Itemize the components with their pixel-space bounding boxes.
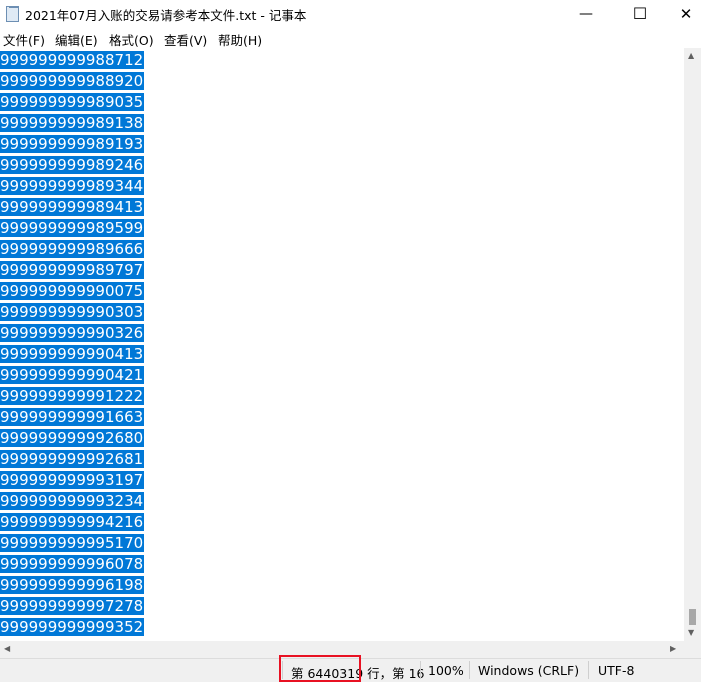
text-line: 999999999989413 (0, 197, 145, 218)
text-line-content: 999999999989413 (0, 198, 145, 216)
status-divider (469, 661, 470, 679)
text-line: 999999999988712 (0, 50, 145, 71)
text-line: 999999999989599 (0, 218, 145, 239)
scroll-up-arrow-icon[interactable]: ▲ (688, 52, 694, 60)
status-encoding: UTF-8 (598, 663, 635, 678)
text-line: 999999999992681 (0, 449, 145, 470)
text-line-content: 999999999989193 (0, 135, 145, 153)
text-line: 999999999994216 (0, 512, 145, 533)
status-divider (588, 661, 589, 679)
text-line-content: 999999999989246 (0, 156, 145, 174)
scroll-left-arrow-icon[interactable]: ◀ (4, 645, 10, 653)
text-line-content: 999999999990413 (0, 345, 145, 363)
text-line: 999999999991222 (0, 386, 145, 407)
status-line-ending: Windows (CRLF) (478, 663, 580, 678)
text-line: 999999999997278 (0, 596, 145, 617)
text-line-content: 999999999989666 (0, 240, 145, 258)
text-line-content: 999999999989599 (0, 219, 145, 237)
status-zoom: 100% (428, 663, 464, 678)
window-title: 2021年07月入账的交易请参考本文件.txt - 记事本 (25, 8, 307, 23)
menu-help[interactable]: 帮助(H) (218, 30, 262, 49)
text-line-content: 999999999990421 (0, 366, 145, 384)
minimize-button[interactable]: — (563, 0, 609, 28)
text-line-content: 999999999990326 (0, 324, 145, 342)
annotation-highlight-box (279, 655, 361, 682)
text-line-content: 999999999991663 (0, 408, 145, 426)
text-line: 999999999993234 (0, 491, 145, 512)
text-line-content: 999999999997278 (0, 597, 145, 615)
menu-bar: 文件(F) 编辑(E) 格式(O) 查看(V) 帮助(H) (0, 28, 701, 48)
text-line: 999999999990413 (0, 344, 145, 365)
scroll-right-arrow-icon[interactable]: ▶ (670, 645, 676, 653)
text-line: 999999999996078 (0, 554, 145, 575)
text-line-content: 999999999991222 (0, 387, 145, 405)
text-line: 999999999990326 (0, 323, 145, 344)
text-line: 999999999990303 (0, 302, 145, 323)
menu-edit[interactable]: 编辑(E) (55, 30, 98, 49)
text-line-content: 999999999989035 (0, 93, 145, 111)
text-line-content: 999999999988712 (0, 51, 145, 69)
text-line: 999999999992680 (0, 428, 145, 449)
text-line: 999999999990421 (0, 365, 145, 386)
text-line-content: 999999999990303 (0, 303, 145, 321)
status-divider (420, 661, 421, 679)
text-line-content: 999999999993234 (0, 492, 145, 510)
text-line-content: 999999999993197 (0, 471, 145, 489)
text-line-content: 999999999996078 (0, 555, 145, 573)
text-line: 999999999995170 (0, 533, 145, 554)
vertical-scrollbar[interactable]: ▲ ▼ (684, 48, 701, 641)
text-line-content: 999999999989797 (0, 261, 145, 279)
text-line-content: 999999999999352 (0, 618, 145, 636)
text-line: 999999999989193 (0, 134, 145, 155)
text-line: 999999999991663 (0, 407, 145, 428)
scroll-down-arrow-icon[interactable]: ▼ (688, 629, 694, 637)
vertical-scroll-thumb[interactable] (689, 609, 696, 625)
text-line: 999999999989797 (0, 260, 145, 281)
text-line-content: 999999999988920 (0, 72, 145, 90)
close-button[interactable]: ✕ (663, 0, 701, 28)
text-line: 999999999993197 (0, 470, 145, 491)
text-line: 999999999989344 (0, 176, 145, 197)
notepad-icon (6, 6, 19, 22)
text-line: 999999999989246 (0, 155, 145, 176)
text-line: 999999999990075 (0, 281, 145, 302)
text-line: 999999999996198 (0, 575, 145, 596)
text-line: 999999999999352 (0, 617, 145, 638)
menu-file[interactable]: 文件(F) (3, 30, 45, 49)
text-line-content: 999999999989138 (0, 114, 145, 132)
text-line-content: 999999999992681 (0, 450, 145, 468)
editor-lines: 999999999988712 999999999988920 9999999999… (0, 50, 145, 638)
text-line-content: 999999999990075 (0, 282, 145, 300)
text-line-content: 999999999992680 (0, 429, 145, 447)
maximize-button[interactable]: ☐ (617, 0, 663, 28)
text-line-content: 999999999995170 (0, 534, 145, 552)
text-line: 999999999989666 (0, 239, 145, 260)
text-editor[interactable]: 999999999988712 999999999988920 9999999999… (0, 48, 684, 641)
text-line: 999999999989035 (0, 92, 145, 113)
text-line-content: 999999999989344 (0, 177, 145, 195)
title-bar[interactable]: 2021年07月入账的交易请参考本文件.txt - 记事本 — ☐ ✕ (0, 0, 701, 28)
menu-format[interactable]: 格式(O) (109, 30, 154, 49)
text-line-content: 999999999996198 (0, 576, 145, 594)
text-line: 999999999989138 (0, 113, 145, 134)
text-line: 999999999988920 (0, 71, 145, 92)
scrollbar-corner (684, 641, 701, 658)
menu-view[interactable]: 查看(V) (164, 30, 207, 49)
text-line-content: 999999999994216 (0, 513, 145, 531)
